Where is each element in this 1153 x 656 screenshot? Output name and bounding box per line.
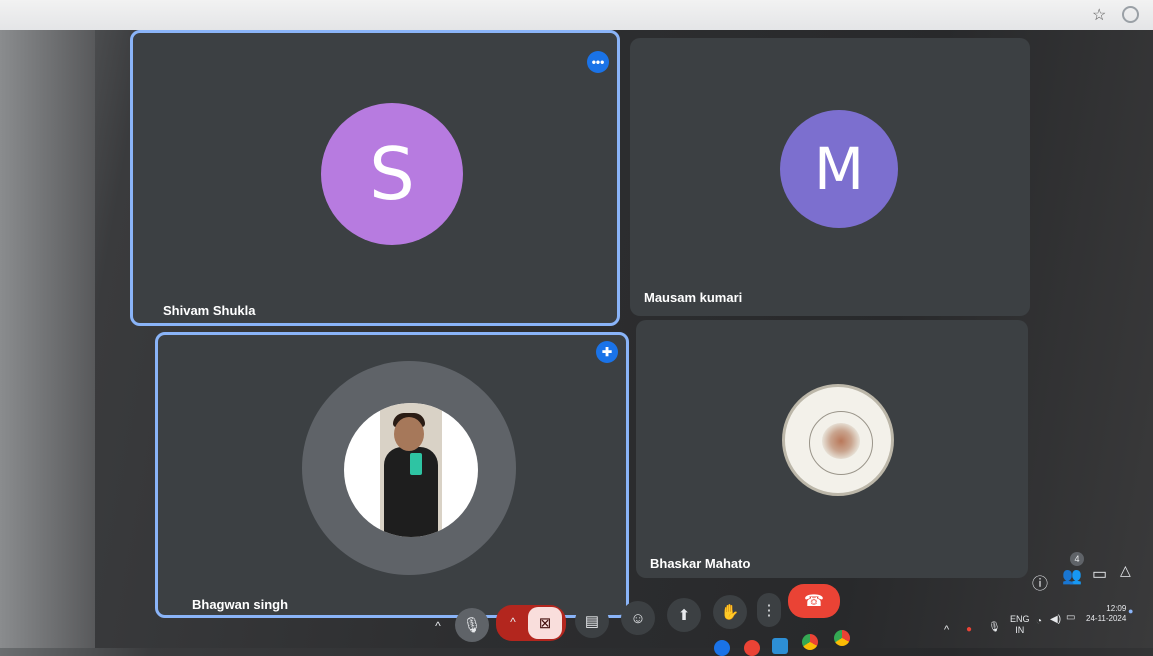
star-icon[interactable]: ☆: [1092, 5, 1106, 25]
more-options-icon[interactable]: ⋮: [757, 593, 781, 627]
participant-tile-bhagwan[interactable]: ✚ Bhagwan singh: [155, 332, 629, 618]
camera-off-icon[interactable]: ⊠: [528, 607, 562, 639]
kebab-menu-icon[interactable]: ⋮: [1146, 4, 1153, 24]
participant-name: Mausam kumari: [644, 290, 743, 305]
chrome-icon[interactable]: [834, 630, 850, 646]
participant-name: Shivam Shukla: [163, 303, 256, 318]
app-icon-blue[interactable]: [714, 640, 730, 656]
chevron-up-icon[interactable]: ^: [944, 624, 949, 636]
university-seal-logo: [782, 384, 894, 496]
chevron-up-icon[interactable]: ^: [428, 616, 448, 636]
activities-icon[interactable]: △: [1120, 562, 1131, 579]
battery-icon[interactable]: ▭: [1066, 612, 1075, 623]
wifi-icon[interactable]: ◔: [1036, 616, 1042, 627]
chat-icon[interactable]: ▭: [1092, 564, 1107, 584]
profile-photo: [344, 403, 478, 537]
end-call-button[interactable]: ☎: [788, 584, 840, 618]
vscode-icon[interactable]: [772, 638, 788, 654]
volume-icon[interactable]: ◀): [1050, 614, 1061, 625]
avatar: M: [780, 110, 898, 228]
participant-tile-bhaskar[interactable]: Bhaskar Mahato: [636, 320, 1028, 578]
browser-toolbar: ☆ ⋮: [0, 0, 1153, 30]
participant-tile-shivam[interactable]: S ••• Shivam Shukla: [130, 30, 620, 326]
app-icon-red[interactable]: [744, 640, 760, 656]
chevron-up-icon[interactable]: ^: [503, 612, 523, 632]
emoji-icon[interactable]: ☺: [621, 601, 655, 635]
mic-tray-icon[interactable]: 🎙: [988, 622, 1001, 633]
people-count-badge: 4: [1070, 552, 1084, 566]
info-icon[interactable]: ⓘ: [1032, 570, 1048, 594]
more-options-icon[interactable]: •••: [587, 51, 609, 73]
end-call-icon: ☎: [804, 593, 824, 610]
raise-hand-icon[interactable]: ✋: [713, 595, 747, 629]
present-icon[interactable]: ⬆: [667, 598, 701, 632]
profile-icon[interactable]: [1122, 6, 1139, 23]
participant-name: Bhaskar Mahato: [650, 556, 751, 571]
mic-icon[interactable]: 🎙: [455, 608, 489, 642]
language-indicator[interactable]: ENG IN: [1010, 614, 1030, 636]
screen-bezel: [0, 0, 95, 648]
globe-emblem: [822, 423, 860, 459]
captions-icon[interactable]: ▤: [575, 604, 609, 638]
notification-bell-icon[interactable]: ●: [1128, 606, 1133, 616]
clock[interactable]: 12:09 24-11-2024: [1086, 604, 1126, 624]
avatar: S: [321, 103, 463, 245]
people-icon[interactable]: 👥: [1062, 566, 1082, 586]
participant-tile-mausam[interactable]: M Mausam kumari: [630, 38, 1030, 316]
pin-icon[interactable]: ✚: [596, 341, 618, 363]
participant-name: Bhagwan singh: [192, 597, 289, 612]
app-tray-icon[interactable]: ●: [966, 624, 972, 635]
